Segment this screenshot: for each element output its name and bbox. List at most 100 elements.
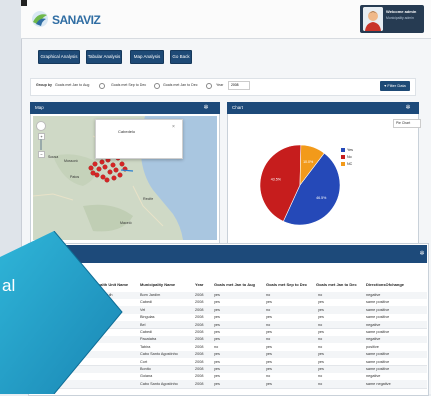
table-cell: yes — [214, 330, 220, 334]
group-by-label: Group by — [36, 83, 52, 87]
map-marker-icon — [96, 166, 102, 172]
table-cell: same positive — [366, 307, 390, 312]
map-label: Maceió — [120, 221, 132, 225]
column-header[interactable]: Goals met Jan to Dec — [316, 282, 357, 287]
map-marker-icon — [102, 164, 108, 170]
filter-option-label: Goals met Sep to Dec — [111, 83, 147, 87]
table-cell: same positive — [366, 300, 390, 305]
graphical-analysis-button[interactable]: Graphical Analysis — [38, 50, 80, 64]
filter-radio-jan-aug[interactable] — [99, 83, 105, 89]
map-info-window — [95, 119, 183, 159]
legend-label-no: No — [347, 155, 352, 159]
map-marker-icon — [92, 161, 98, 167]
table-cell: yes — [318, 330, 324, 334]
map-marker-icon — [110, 162, 116, 168]
table-cell: no — [266, 293, 271, 297]
table-cell: yes — [214, 352, 220, 357]
table-cell: same positive — [366, 330, 390, 334]
column-header[interactable]: Goals met Sep to Dec — [266, 282, 307, 287]
filter-radio-sep-dec[interactable] — [154, 83, 160, 89]
table-cell: positive — [366, 344, 379, 349]
table-cell: no — [214, 344, 219, 349]
map-analysis-button[interactable]: Map Analysis — [130, 50, 164, 64]
zoom-slider[interactable] — [39, 139, 42, 150]
overlay-text: al — [2, 276, 16, 295]
map-label: Recife — [143, 197, 154, 201]
pie-chart[interactable]: 46.5% 43.5% 10.0% — [255, 140, 345, 230]
filter-data-button[interactable]: ▾ Filter Data — [380, 81, 410, 91]
table-cell: no — [318, 293, 323, 297]
table-cell: same positive — [366, 359, 390, 364]
window-corner — [21, 0, 27, 6]
column-header[interactable]: Goals met Jan to Aug — [214, 282, 255, 287]
year-select[interactable]: 2008 — [228, 81, 250, 90]
table-cell: no — [266, 307, 271, 312]
user-role: Municipality admin — [386, 16, 414, 20]
table-cell: yes — [318, 300, 324, 305]
table-cell: yes — [214, 293, 220, 297]
map-label: Mossoró — [64, 159, 78, 163]
gear-icon[interactable]: ✲ — [405, 105, 411, 111]
table-cell: same positive — [366, 315, 390, 320]
pie-data-label: 43.5% — [271, 178, 282, 182]
chart-type-select[interactable]: Pie Chart — [393, 119, 421, 128]
avatar — [363, 7, 383, 31]
app-logo-text[interactable]: SANAVIZ — [52, 13, 101, 27]
table-cell: yes — [214, 337, 220, 342]
pie-data-label: 10.0% — [303, 160, 314, 164]
filter-data-label: Filter Data — [387, 83, 406, 88]
table-cell: yes — [214, 322, 220, 327]
table-cell: yes — [214, 381, 220, 386]
table-cell: yes — [318, 315, 324, 320]
tabular-analysis-button[interactable]: Tabular Analysis — [86, 50, 122, 64]
table-cell: yes — [318, 307, 324, 312]
chart-panel-title: Chart — [232, 105, 244, 110]
table-cell: negative — [366, 293, 381, 297]
table-cell: no — [318, 344, 323, 349]
filter-option-label: Goals met Jan to Aug — [55, 83, 90, 87]
map-marker-icon — [90, 170, 96, 176]
legend-swatch-nc — [341, 162, 345, 166]
table-cell: no — [266, 322, 271, 327]
table-cell: yes — [318, 352, 324, 357]
table-cell: yes — [266, 352, 272, 357]
map-pan-control[interactable] — [36, 121, 46, 131]
year-label: Year — [216, 83, 224, 87]
legend-swatch-no — [341, 155, 345, 159]
zoom-out-button[interactable]: − — [38, 151, 45, 158]
map-panel-header — [30, 102, 220, 114]
column-header[interactable]: DirectionsOfchange — [366, 282, 404, 287]
table-cell: no — [318, 381, 323, 386]
map-label: Sousa — [48, 155, 59, 159]
map-marker-icon — [107, 169, 113, 175]
legend-label-nc: NC — [347, 162, 353, 166]
table-cell: no — [266, 374, 271, 379]
table-cell: yes — [266, 359, 272, 364]
table-cell: yes — [214, 315, 220, 320]
user-name: Welcome admin — [386, 9, 417, 14]
gear-icon[interactable]: ✲ — [203, 105, 209, 111]
table-cell: yes — [214, 300, 220, 305]
gear-icon[interactable]: ✲ — [419, 251, 425, 257]
table-cell: yes — [214, 307, 220, 312]
filter-option-label: Goals met Jan to Dec — [163, 83, 198, 87]
table-cell: yes — [266, 381, 272, 386]
go-back-button[interactable]: Go Back — [170, 50, 192, 64]
table-cell: yes — [214, 374, 220, 379]
map-label: Patos — [70, 175, 80, 179]
map-marker-icon — [113, 167, 119, 173]
table-cell: no — [318, 337, 323, 342]
map-marker-icon — [88, 165, 94, 171]
play-arrow-overlay-icon — [0, 231, 123, 394]
close-icon[interactable]: × — [172, 124, 175, 130]
table-cell: yes — [214, 367, 220, 371]
table-cell: no — [266, 337, 271, 342]
table-cell: yes — [266, 344, 272, 349]
table-cell: yes — [318, 359, 324, 364]
chart-panel-header — [227, 102, 419, 114]
table-cell: yes — [266, 300, 272, 305]
map-marker-icon — [100, 174, 106, 180]
map-marker-icon — [117, 172, 123, 178]
filter-radio-jan-dec[interactable] — [206, 83, 212, 89]
table-cell: negative — [366, 374, 381, 379]
